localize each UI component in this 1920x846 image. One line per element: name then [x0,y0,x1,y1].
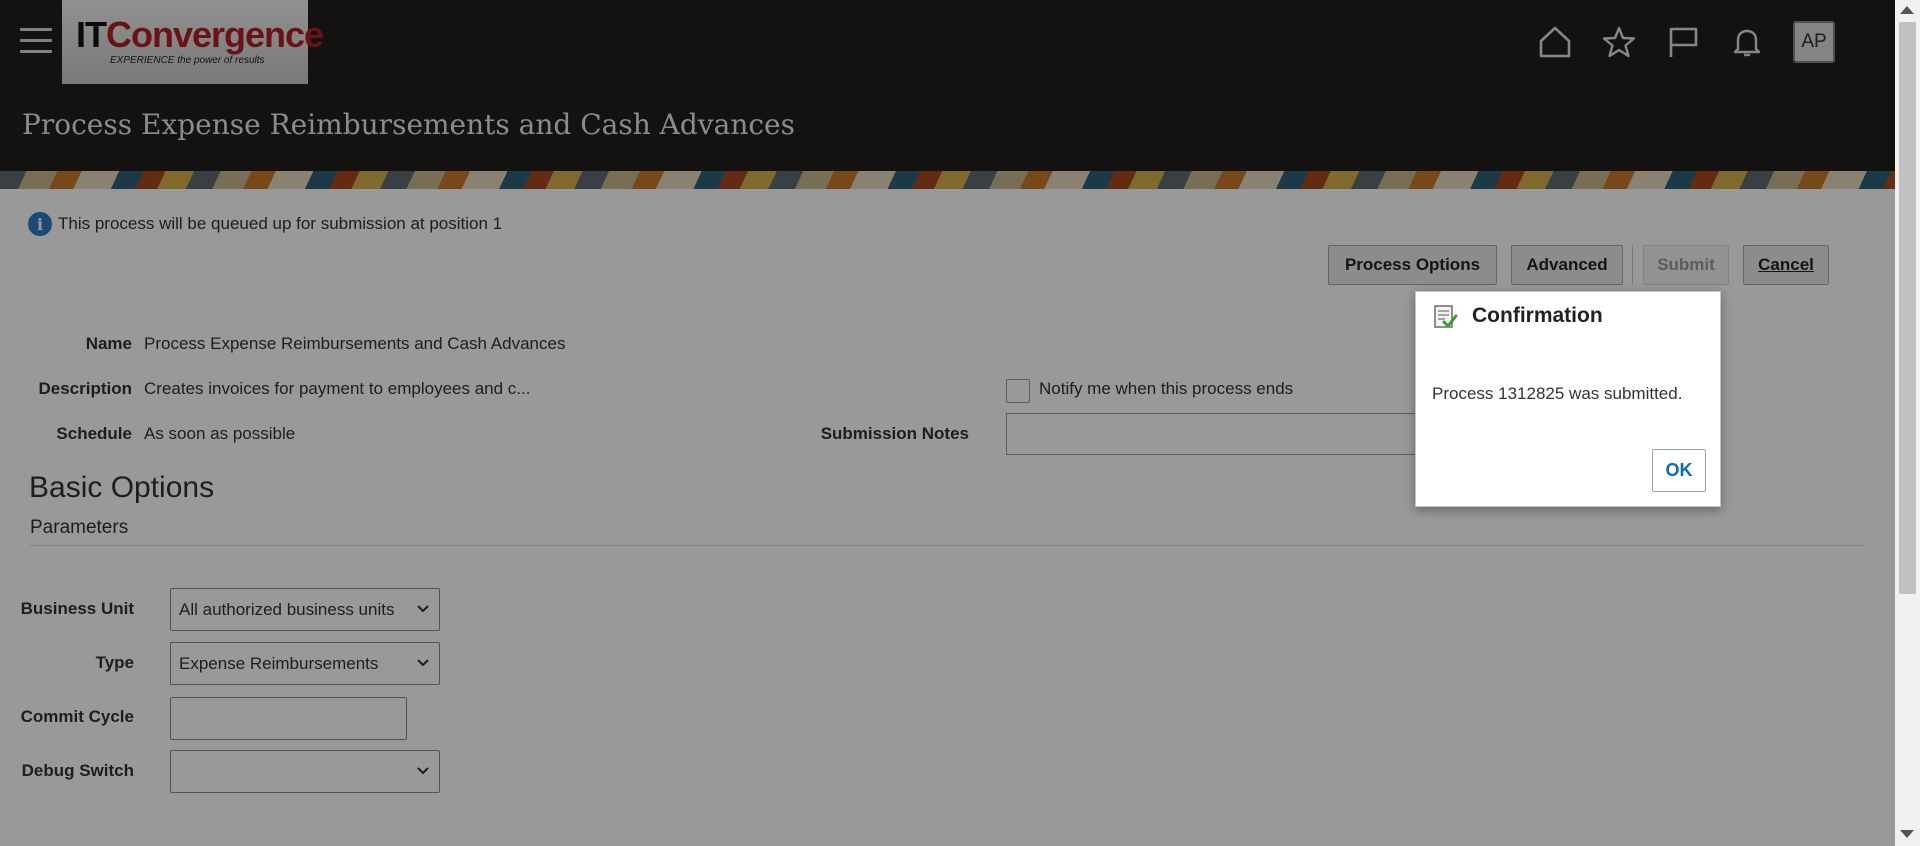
confirmation-dialog: Confirmation Process 1312825 was submitt… [1415,291,1721,507]
dialog-title: Confirmation [1472,304,1603,327]
ok-button[interactable]: OK [1652,449,1706,492]
scrollbar-thumb[interactable] [1899,22,1916,594]
scroll-down-arrow-icon[interactable] [1900,830,1914,838]
dialog-message: Process 1312825 was submitted. [1432,384,1683,403]
confirmation-document-check-icon [1434,305,1458,328]
vertical-scrollbar[interactable] [1895,0,1920,846]
scroll-up-arrow-icon[interactable] [1900,6,1914,14]
